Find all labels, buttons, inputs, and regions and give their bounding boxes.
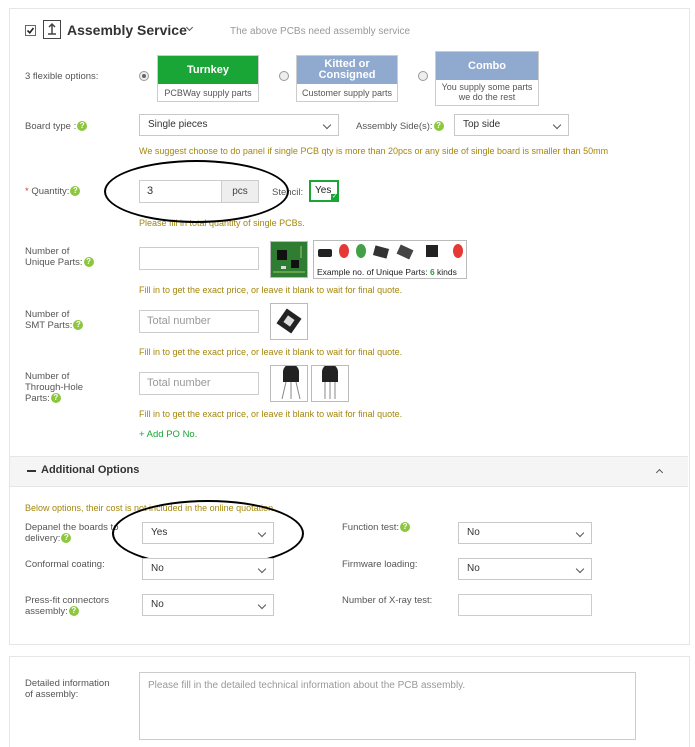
detailed-textarea[interactable]: Please fill in the detailed technical in… — [139, 672, 636, 740]
help-icon[interactable]: ? — [61, 533, 72, 544]
options-label: 3 flexible options: — [25, 71, 99, 82]
firmware-select[interactable]: No — [458, 558, 592, 580]
option-turnkey-sub: PCBWay supply parts — [164, 88, 252, 98]
th-parts-hint: Fill in to get the exact price, or leave… — [139, 409, 403, 419]
board-type-select[interactable]: Single pieces — [139, 114, 339, 136]
header-note: The above PCBs need assembly service — [230, 26, 411, 37]
function-test-select[interactable]: No — [458, 522, 592, 544]
help-icon[interactable]: ? — [433, 121, 444, 132]
chevron-down-icon — [322, 120, 332, 130]
smt-parts-label: Number of SMT Parts:? — [25, 309, 84, 331]
firmware-label: Firmware loading: — [342, 559, 418, 570]
chevron-down-icon — [257, 564, 267, 574]
annotation-ellipse — [112, 500, 304, 567]
th-parts-label: Number of Through-Hole Parts:? — [25, 371, 84, 404]
check-icon: ✓ — [331, 194, 338, 201]
add-po-link[interactable]: + Add PO No. — [139, 429, 197, 440]
annotation-ellipse — [104, 160, 289, 223]
additional-options-header[interactable]: Additional Options — [10, 456, 688, 487]
depanel-label: Depanel the boards to delivery:? — [25, 522, 119, 544]
assembly-side-select[interactable]: Top side — [454, 114, 569, 136]
pressfit-label: Press-fit connectors assembly:? — [25, 595, 109, 617]
help-icon[interactable]: ? — [73, 320, 84, 331]
option-kitted-title: Kitted or Consigned — [297, 56, 397, 84]
help-icon[interactable]: ? — [70, 186, 81, 197]
option-turnkey[interactable]: Turnkey PCBWay supply parts — [157, 55, 259, 102]
unique-parts-hint: Fill in to get the exact price, or leave… — [139, 285, 403, 295]
help-icon[interactable]: ? — [83, 257, 94, 268]
smt-parts-hint: Fill in to get the exact price, or leave… — [139, 347, 403, 357]
th-part-image-1 — [270, 364, 308, 402]
option-combo[interactable]: Combo You supply some parts we do the re… — [435, 51, 539, 106]
option-kitted-sub: Customer supply parts — [301, 88, 393, 98]
help-icon[interactable]: ? — [77, 121, 88, 132]
components-example-image: Example no. of Unique Parts: 6 kinds — [313, 240, 467, 279]
help-icon[interactable]: ? — [50, 393, 61, 404]
check-icon — [26, 27, 35, 35]
option-turnkey-radio[interactable] — [139, 71, 149, 81]
th-parts-input[interactable]: Total number — [139, 372, 259, 395]
page-title: Assembly Service — [67, 22, 187, 38]
unique-parts-input[interactable] — [139, 247, 259, 270]
option-kitted-radio[interactable] — [279, 71, 289, 81]
option-kitted[interactable]: Kitted or Consigned Customer supply part… — [296, 55, 398, 102]
unique-parts-label: Number of Unique Parts:? — [25, 246, 94, 268]
xray-input[interactable] — [458, 594, 592, 616]
option-combo-radio[interactable] — [418, 71, 428, 81]
pressfit-select[interactable]: No — [142, 594, 274, 616]
assembly-side-label: Assembly Side(s):? — [356, 121, 444, 132]
conformal-select[interactable]: No — [142, 558, 274, 580]
chevron-down-icon — [257, 600, 267, 610]
stencil-toggle[interactable]: Yes ✓ — [309, 180, 339, 202]
th-part-image-2 — [311, 364, 349, 402]
xray-label: Number of X-ray test: — [342, 595, 433, 606]
option-turnkey-title: Turnkey — [158, 56, 258, 84]
help-icon[interactable]: ? — [68, 606, 79, 617]
assembly-icon — [43, 20, 61, 39]
additional-options-title: Additional Options — [41, 464, 140, 476]
assembly-checkbox[interactable] — [25, 25, 36, 36]
detailed-label: Detailed information of assembly: — [25, 678, 110, 700]
smt-parts-input[interactable]: Total number — [139, 310, 259, 333]
chevron-down-icon — [575, 528, 585, 538]
chevron-down-icon — [575, 564, 585, 574]
conformal-label: Conformal coating: — [25, 559, 105, 570]
board-type-label: Board type :? — [25, 121, 88, 132]
minus-icon — [27, 470, 36, 472]
chevron-down-icon — [552, 120, 562, 130]
pcb-image — [270, 241, 308, 278]
option-combo-title: Combo — [436, 52, 538, 80]
help-icon[interactable]: ? — [400, 522, 411, 533]
option-combo-sub: You supply some parts we do the rest — [441, 82, 533, 102]
chevron-up-icon[interactable] — [655, 468, 664, 477]
quantity-label: * Quantity:? — [25, 186, 81, 197]
function-test-label: Function test:? — [342, 522, 411, 533]
smt-part-image — [270, 303, 308, 340]
